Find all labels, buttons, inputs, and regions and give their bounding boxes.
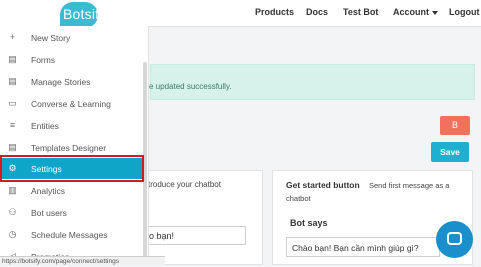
sidebar-item-label: Entities	[31, 121, 59, 131]
sidebar-item-label: Templates Designer	[31, 143, 107, 153]
sidebar-item-label: Analytics	[31, 186, 66, 196]
settings-highlight-box	[0, 155, 144, 182]
nav-account[interactable]: Account	[393, 7, 438, 17]
get-started-message-value: Chào bạn! Bạn cần mình giúp gì?	[292, 243, 419, 253]
chat-icon: ▭	[8, 98, 17, 108]
sidebar-item-label: New Story	[31, 33, 71, 43]
sidebar-item-converse-learning[interactable]: ▭ Converse & Learning	[0, 93, 146, 114]
clock-icon: ◷	[8, 229, 17, 239]
get-started-title: Get started button	[286, 180, 360, 190]
caret-down-icon	[432, 10, 438, 15]
get-started-desc: Send first message as a	[369, 181, 450, 190]
sidebar-item-analytics[interactable]: ▥ Analytics	[0, 180, 146, 201]
get-started-message-input[interactable]: Chào bạn! Bạn cần mình giúp gì?	[286, 237, 440, 257]
sidebar-item-bot-users[interactable]: ⚇ Bot users	[0, 202, 146, 223]
nav-test-bot[interactable]: Test Bot	[343, 7, 378, 17]
document-icon: ▤	[8, 76, 17, 86]
sidebar-item-label: Forms	[31, 55, 56, 65]
document-icon: ▤	[8, 54, 17, 64]
intro-card-header: troduce your chatbot	[148, 180, 221, 189]
sidebar-item-new-story[interactable]: + New Story	[0, 27, 146, 48]
bot-says-label: Bot says	[290, 218, 328, 228]
users-icon: ⚇	[8, 207, 17, 217]
sidebar-item-label: Bot users	[31, 208, 67, 218]
brand-name: Botsify	[63, 6, 107, 22]
plus-icon: +	[9, 32, 16, 42]
nav-logout[interactable]: Logout	[449, 7, 480, 17]
bar-chart-icon: ▥	[8, 185, 17, 195]
chat-bubble-icon	[447, 232, 462, 245]
sidebar-item-forms[interactable]: ▤ Forms	[0, 49, 146, 70]
get-started-desc-2: chatbot	[286, 194, 311, 203]
b-button[interactable]: B	[440, 116, 470, 135]
save-button[interactable]: Save	[431, 142, 469, 162]
sidebar-item-manage-stories[interactable]: ▤ Manage Stories	[0, 71, 146, 92]
sidebar-item-entities[interactable]: ≡ Entities	[0, 115, 146, 136]
document-icon: ▤	[8, 142, 17, 152]
sidebar-item-label: Schedule Messages	[31, 230, 108, 240]
sidebar-item-label: Converse & Learning	[31, 99, 111, 109]
sidebar-item-label: Manage Stories	[31, 77, 91, 87]
success-alert: e updated successfully.	[149, 64, 475, 100]
browser-status-url: https://botsify.com/page/connect/setting…	[0, 256, 165, 265]
chat-launcher-button[interactable]	[436, 221, 473, 258]
nav-docs[interactable]: Docs	[306, 7, 328, 17]
sidebar-item-schedule-messages[interactable]: ◷ Schedule Messages	[0, 224, 146, 245]
sidebar: + New Story ▤ Forms ▤ Manage Stories ▭ C…	[0, 26, 149, 265]
nav-account-label: Account	[393, 7, 429, 17]
intro-message-value: o bạn!	[149, 231, 175, 241]
nav-products[interactable]: Products	[255, 7, 294, 17]
alert-text: e updated successfully.	[149, 82, 232, 91]
list-icon: ≡	[9, 120, 16, 130]
intro-message-input[interactable]: o bạn!	[144, 226, 246, 245]
top-navbar: Botsify Products Docs Test Bot Account L…	[0, 0, 481, 28]
